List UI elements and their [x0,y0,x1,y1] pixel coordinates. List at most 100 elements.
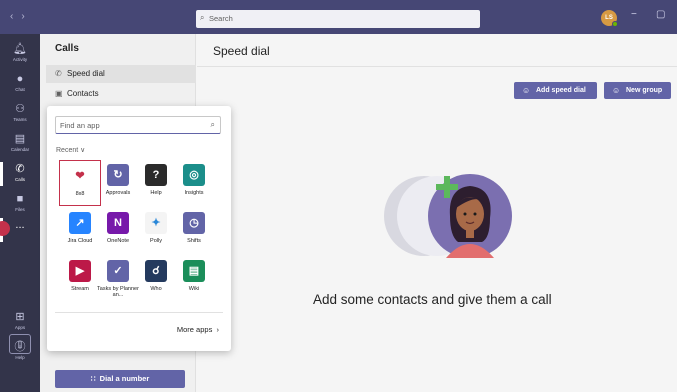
contacts-icon: ▣ [55,89,63,98]
app-label: Help [150,190,162,196]
app-label: Jira Cloud [67,238,93,244]
app-who[interactable]: ☌ Who [135,256,177,302]
app-label: Approvals [105,190,131,196]
app-label: 8x8 [75,191,85,197]
rail-item-activity[interactable]: 🔔︎ Activity [0,38,40,70]
rail-label: Apps [14,325,26,330]
stream-icon: ▶ [69,260,91,282]
teams-icon: ⚇ [15,103,25,115]
help-icon: ? [145,164,167,186]
polly-icon: ✦ [145,212,167,234]
app-shifts[interactable]: ◷ Shifts [173,208,215,254]
rail-item-calendar[interactable]: ▤ Calendar [0,128,40,160]
app-label: Polly [150,238,162,244]
rail-item-calls[interactable]: ✆ Calls [0,158,40,190]
calls-item-speed-dial[interactable]: ✆ Speed dial [46,65,196,83]
app-insights[interactable]: ◎ Insights [173,160,215,206]
search-input[interactable]: ⌕ Search [196,10,480,28]
add-person-icon: ☺ [522,86,531,95]
chevron-right-icon: › [216,325,220,334]
dialpad-icon: ∷ [90,374,96,383]
tasks-icon: ✓ [107,260,129,282]
find-app-input[interactable]: Find an app ⌕ [55,116,221,134]
app-approvals[interactable]: ↻ Approvals [97,160,139,206]
app-label: Shifts [187,238,201,244]
rail-label: Files [15,207,25,212]
calls-item-contacts[interactable]: ▣ Contacts [46,85,196,103]
new-group-label: New group [626,87,663,94]
app-polly[interactable]: ✦ Polly [135,208,177,254]
title-bar: ‹› ⌕ Search LS − ▢ [0,0,677,34]
new-group-button[interactable]: ☺ New group [604,82,671,99]
rail-item-teams[interactable]: ⚇ Teams [0,98,40,130]
app-onenote[interactable]: N OneNote [97,208,139,254]
presence-dot [612,21,618,27]
search-placeholder: Search [209,14,233,23]
onenote-icon: N [107,212,129,234]
more-apps-label: More apps [176,325,213,334]
device-icon[interactable]: ▯ [9,334,31,354]
more-apps-link[interactable]: More apps › [177,325,219,334]
app-help[interactable]: ? Help [135,160,177,206]
avatar[interactable]: LS [601,10,618,27]
dial-a-number-button[interactable]: ∷ Dial a number [55,370,185,388]
rail-item-chat[interactable]: ● Chat [0,68,40,100]
rail-label: Calls [14,177,25,182]
search-icon: ⌕ [200,13,205,22]
app-label: Insights [184,190,204,196]
rail-label: Help [15,355,25,360]
phone-icon: ✆ [55,69,62,78]
jira-icon: ↗ [69,212,91,234]
empty-state-message: Add some contacts and give them a call [313,292,552,307]
app-8x8[interactable]: ❤ 8x8 [59,160,101,206]
app-tasks-by-planner[interactable]: ✓ Tasks by Planner an... [97,256,139,302]
add-speed-dial-button[interactable]: ☺ Add speed dial [514,82,597,99]
main-header: Speed dial [197,34,677,67]
app-wiki[interactable]: ▤ Wiki [173,256,215,302]
rail-label: Activity [12,57,28,62]
find-app-placeholder: Find an app [60,121,100,130]
insights-icon: ◎ [183,164,205,186]
app-label: Who [150,286,162,292]
chevron-left-icon[interactable]: ‹ [10,11,21,22]
chevron-down-icon: ∨ [80,147,86,154]
phone-icon: ✆ [15,163,25,175]
search-icon: ⌕ [210,120,215,129]
rail-label: Teams [13,117,27,122]
main-content: Speed dial ☺ Add speed dial ☺ New group … [197,34,677,392]
recent-label[interactable]: Recent ∨ [56,146,85,154]
avatar-initials: LS [605,15,613,21]
apps-icon: ⊞ [15,311,25,323]
page-title: Speed dial [213,44,270,58]
app-label: Wiki [188,286,200,292]
calls-item-label: Contacts [67,89,99,98]
chevron-right-icon[interactable]: › [21,11,32,22]
history-nav: ‹› [10,11,33,22]
dial-button-label: Dial a number [99,374,150,383]
app-jira-cloud[interactable]: ↗ Jira Cloud [59,208,101,254]
divider [55,312,223,313]
app-flyout: Find an app ⌕ Recent ∨ ❤ 8x8 ↻ Approvals… [47,106,231,351]
app-label: Stream [71,286,89,292]
shifts-icon: ◷ [183,212,205,234]
recent-label-text: Recent [56,147,79,154]
calls-title: Calls [55,43,79,54]
8x8-icon: ❤ [69,165,91,187]
calendar-icon: ▤ [14,133,26,145]
rail-label: Chat [15,87,25,92]
app-label: OneNote [106,238,129,244]
group-icon: ☺ [612,86,621,95]
calls-item-label: Speed dial [67,69,105,78]
app-label: Tasks by Planner an... [97,286,139,298]
maximize-icon[interactable]: ▢ [656,9,665,20]
approvals-icon: ↻ [107,164,129,186]
file-icon: ■ [16,193,24,205]
who-icon: ☌ [145,260,167,282]
wiki-icon: ▤ [183,260,205,282]
chat-icon: ● [16,73,24,85]
contacts-illustration [384,174,512,258]
app-stream[interactable]: ▶ Stream [59,256,101,302]
minimize-icon[interactable]: − [631,9,637,20]
add-speed-dial-label: Add speed dial [536,87,586,94]
rail-label: Calendar [10,147,30,152]
